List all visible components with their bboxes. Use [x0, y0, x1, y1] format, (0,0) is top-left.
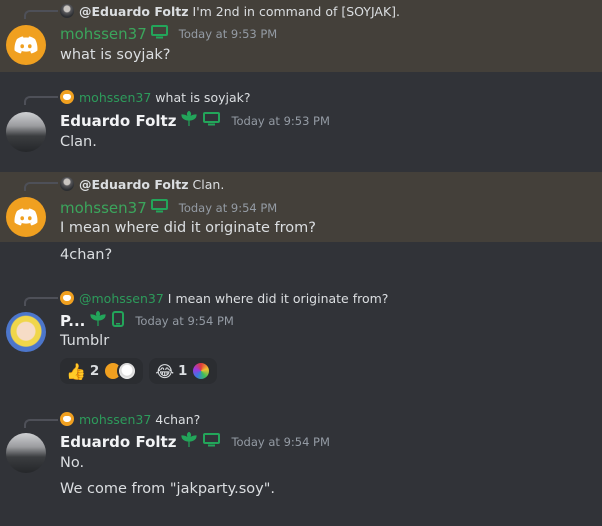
message-text: No.	[60, 455, 85, 471]
message-header: mohssen37 Today at 9:54 PM	[60, 198, 277, 218]
reactions-bar: 👍 2 😂 1	[60, 358, 218, 384]
reply-avatar	[60, 90, 74, 104]
leaf-badge-icon	[180, 431, 198, 452]
reply-avatar	[60, 412, 74, 426]
reply-author[interactable]: @mohssen37	[79, 291, 164, 306]
reply-spine	[24, 10, 58, 19]
message-4: @mohssen37 I mean where did it originate…	[0, 288, 602, 388]
reply-text: what is soyjak?	[155, 89, 251, 105]
message-header: Eduardo Foltz Today at 9:53 PM	[60, 110, 330, 131]
message-text: We come from "jakparty.soy".	[60, 481, 275, 497]
reply-preview[interactable]: @Eduardo Foltz Clan.	[60, 175, 224, 193]
reply-preview[interactable]: mohssen37 4chan?	[60, 410, 200, 428]
reply-avatar	[60, 291, 74, 305]
discord-logo-icon	[14, 208, 38, 226]
reply-author[interactable]: mohssen37	[79, 90, 151, 105]
reply-spine	[24, 297, 58, 306]
reaction-joy[interactable]: 😂 1	[149, 358, 218, 384]
timestamp: Today at 9:53 PM	[231, 114, 330, 128]
reply-author[interactable]: @Eduardo Foltz	[79, 4, 189, 19]
reply-author[interactable]: @Eduardo Foltz	[79, 177, 189, 192]
message-text: 4chan?	[60, 247, 113, 263]
reply-author[interactable]: mohssen37	[79, 412, 151, 427]
mobile-icon	[112, 311, 125, 331]
message-header: Eduardo Foltz Today at 9:54 PM	[60, 431, 330, 452]
reply-preview[interactable]: @Eduardo Foltz I'm 2nd in command of [SO…	[60, 2, 400, 20]
reactor-avatars	[191, 361, 212, 381]
author-name[interactable]: Eduardo Foltz	[60, 112, 176, 130]
desktop-icon	[203, 433, 221, 451]
reply-spine	[24, 182, 58, 191]
avatar[interactable]	[6, 312, 46, 352]
message-1: @Eduardo Foltz I'm 2nd in command of [SO…	[0, 0, 602, 72]
message-text: Tumblr	[60, 333, 110, 349]
author-name[interactable]: Eduardo Foltz	[60, 433, 176, 451]
avatar[interactable]	[6, 197, 46, 237]
desktop-icon	[150, 199, 168, 217]
reply-text: I mean where did it originate from?	[167, 290, 389, 306]
timestamp: Today at 9:53 PM	[178, 27, 278, 41]
joy-icon: 😂	[155, 361, 175, 381]
reply-text: I'm 2nd in command of [SOYJAK].	[192, 3, 401, 19]
message-header: P... Today at 9:54 PM	[60, 310, 234, 331]
avatar[interactable]	[6, 433, 46, 473]
timestamp: Today at 9:54 PM	[231, 435, 330, 449]
reaction-count: 1	[178, 363, 188, 379]
leaf-badge-icon	[180, 110, 198, 131]
reactor-avatars	[103, 361, 138, 381]
timestamp: Today at 9:54 PM	[178, 201, 278, 215]
reply-spine	[24, 419, 58, 428]
reactor-avatar	[117, 361, 138, 381]
reaction-thumbs-up[interactable]: 👍 2	[60, 358, 144, 384]
message-3: @Eduardo Foltz Clan. mohssen37 Today at …	[0, 172, 602, 242]
message-header: mohssen37 Today at 9:53 PM	[60, 24, 277, 44]
message-5: mohssen37 4chan? Eduardo Foltz Today at …	[0, 410, 602, 526]
desktop-icon	[203, 112, 221, 130]
desktop-icon	[150, 25, 168, 43]
message-2: mohssen37 what is soyjak? Eduardo Foltz …	[0, 86, 602, 166]
reply-preview[interactable]: mohssen37 what is soyjak?	[60, 88, 251, 106]
reply-preview[interactable]: @mohssen37 I mean where did it originate…	[60, 289, 388, 307]
author-name[interactable]: P...	[60, 312, 85, 330]
timestamp: Today at 9:54 PM	[135, 314, 234, 328]
thumbs-up-icon: 👍	[66, 361, 86, 381]
message-text: I mean where did it originate from?	[60, 220, 316, 236]
message-text: what is soyjak?	[60, 47, 171, 63]
reply-text: Clan.	[192, 176, 225, 192]
avatar[interactable]	[6, 25, 46, 65]
avatar[interactable]	[6, 112, 46, 152]
discord-logo-icon	[14, 36, 38, 54]
reply-avatar	[60, 177, 74, 191]
reaction-count: 2	[89, 363, 100, 379]
reply-text: 4chan?	[155, 411, 201, 427]
reply-avatar	[60, 4, 74, 18]
reply-spine	[24, 96, 58, 105]
author-name[interactable]: mohssen37	[60, 25, 147, 43]
reactor-avatar	[191, 361, 212, 381]
leaf-badge-icon	[89, 310, 107, 331]
message-text: Clan.	[60, 134, 97, 150]
author-name[interactable]: mohssen37	[60, 199, 147, 217]
